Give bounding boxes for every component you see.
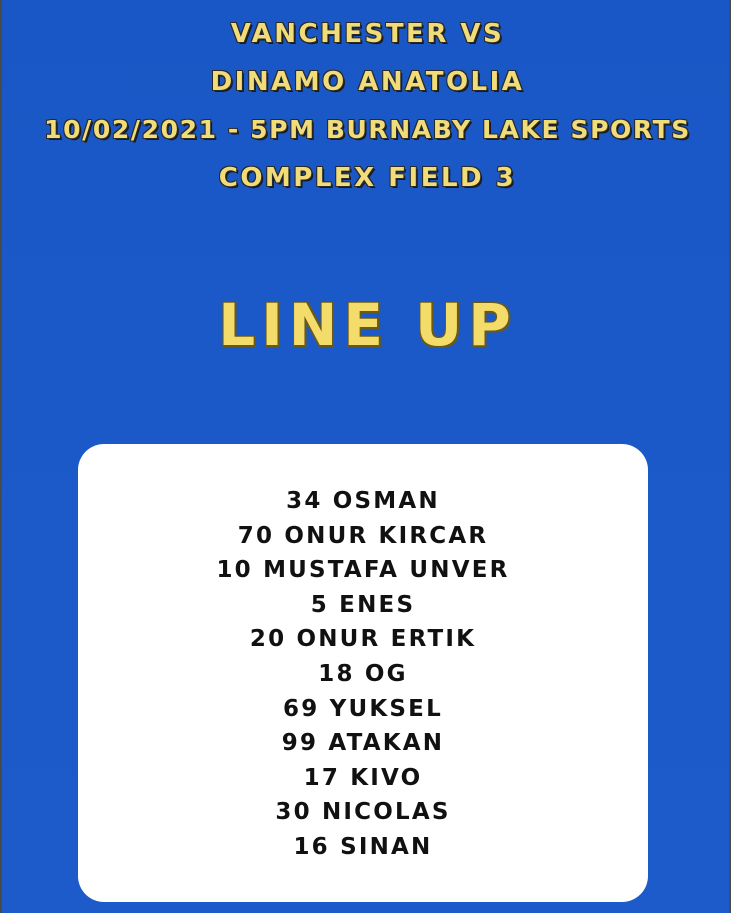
player-entry: 70 ONUR KIRCAR [237, 522, 489, 549]
player-entry: 20 ONUR ERTIK [249, 626, 477, 653]
player-entry: 69 YUKSEL [283, 695, 443, 722]
player-entry: 34 OSMAN [286, 488, 440, 514]
poster-background: VANCHESTER VS DINAMO ANATOLIA 10/02/2021… [0, 0, 731, 913]
player-entry: 18 OG [318, 660, 408, 687]
player-entry: 5 ENES [310, 591, 416, 618]
match-venue-field: COMPLEX FIELD 3 [218, 163, 517, 193]
lineup-card: 34 OSMAN 70 ONUR KIRCAR 10 MUSTAFA UNVER… [78, 444, 648, 902]
player-entry: 16 SINAN [293, 833, 433, 860]
player-list: 34 OSMAN 70 ONUR KIRCAR 10 MUSTAFA UNVER… [78, 484, 648, 865]
player-entry: 30 NICOLAS [275, 799, 451, 826]
player-entry: 99 ATAKAN [281, 730, 445, 757]
match-date-venue: 10/02/2021 - 5PM BURNABY LAKE SPORTS [44, 115, 691, 144]
lineup-title: LINE UP [218, 291, 517, 359]
match-teams-line-1: VANCHESTER VS [230, 19, 505, 49]
match-teams-line-2: DINAMO ANATOLIA [210, 67, 525, 97]
player-entry: 10 MUSTAFA UNVER [216, 557, 510, 584]
match-header: VANCHESTER VS DINAMO ANATOLIA 10/02/2021… [2, 14, 731, 206]
player-entry: 17 KIVO [303, 764, 423, 791]
